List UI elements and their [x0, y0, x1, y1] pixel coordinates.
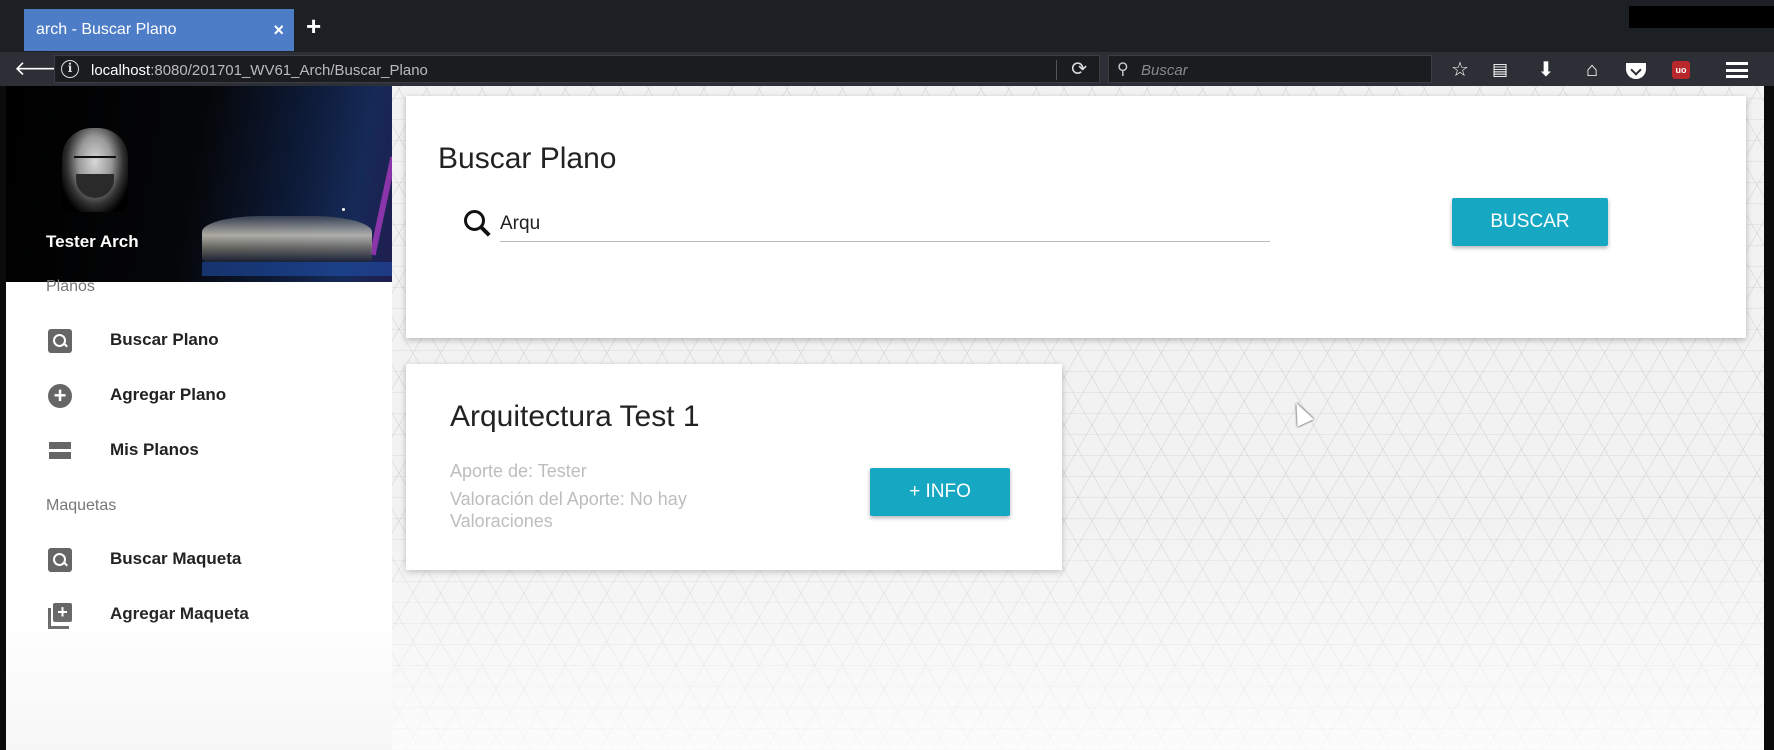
site-info-icon[interactable]: i — [61, 60, 79, 78]
tab-close-icon[interactable]: × — [273, 9, 284, 51]
result-aporte: Aporte de: Tester — [450, 461, 587, 481]
reader-icon[interactable]: ▤ — [1486, 58, 1514, 82]
header-bg-house — [202, 216, 372, 262]
avatar[interactable] — [62, 128, 128, 212]
sidebar-item-agregar-maqueta[interactable]: Agregar Maqueta — [6, 590, 392, 640]
sidebar-item-agregar-plano[interactable]: + Agregar Plano — [6, 371, 392, 421]
browser-search-bar[interactable]: ⚲ Buscar — [1108, 55, 1432, 83]
sidebar-item-buscar-maqueta[interactable]: Buscar Maqueta — [6, 535, 392, 585]
section-title-planos: Planos — [46, 278, 95, 295]
browser-tab-active[interactable]: arch - Buscar Plano × — [24, 9, 294, 51]
url-text[interactable]: localhost:8080/201701_WV61_Arch/Buscar_P… — [91, 62, 428, 79]
url-separator — [1056, 60, 1057, 80]
download-icon[interactable]: ⬇ — [1532, 58, 1560, 82]
search-icon — [464, 210, 488, 234]
mouse-cursor-icon — [1288, 399, 1314, 427]
window-titlebar-area — [1629, 6, 1774, 28]
sidebar-item-buscar-plano[interactable]: Buscar Plano — [6, 316, 392, 366]
info-button[interactable]: + INFO — [870, 468, 1010, 516]
sidebar-item-label: Buscar Maqueta — [110, 549, 242, 568]
avatar-glasses — [74, 156, 116, 166]
browser-tab-bar: arch - Buscar Plano × + — [0, 0, 1774, 52]
main-content: Buscar Plano BUSCAR Arquitectura Test 1 … — [392, 86, 1764, 750]
sidebar-header: Tester Arch — [6, 86, 392, 282]
url-path: :8080/201701_WV61_Arch/Buscar_Plano — [150, 62, 428, 79]
home-icon[interactable]: ⌂ — [1578, 58, 1606, 82]
search-doc-icon — [48, 329, 72, 353]
search-doc-icon — [48, 548, 72, 572]
browser-search-placeholder: Buscar — [1141, 62, 1188, 79]
search-icon: ⚲ — [1117, 61, 1129, 78]
result-card: Arquitectura Test 1 Aporte de: Tester Va… — [406, 364, 1062, 570]
browser-nav-bar: 🡐 i localhost:8080/201701_WV61_Arch/Busc… — [0, 52, 1774, 86]
sidebar-item-label: Buscar Plano — [110, 330, 219, 349]
pocket-icon[interactable] — [1626, 63, 1646, 79]
add-box-icon — [48, 603, 72, 629]
sidebar-item-label: Mis Planos — [110, 440, 199, 459]
back-arrow-icon[interactable]: 🡐 — [14, 57, 68, 81]
result-title: Arquitectura Test 1 — [450, 400, 700, 433]
tab-title: arch - Buscar Plano — [36, 21, 177, 38]
page-viewport: Tester Arch Planos Buscar Plano + Agrega… — [6, 86, 1764, 750]
add-circle-icon: + — [48, 384, 72, 408]
star-icon[interactable]: ☆ — [1446, 58, 1474, 82]
sidebar-item-mis-planos[interactable]: Mis Planos — [6, 426, 392, 476]
search-input[interactable] — [500, 202, 1270, 242]
header-bg-pool — [202, 262, 392, 276]
sidebar-item-label: Agregar Maqueta — [110, 604, 249, 623]
avatar-beard — [76, 174, 114, 198]
list-icon — [48, 439, 72, 463]
search-card: Buscar Plano BUSCAR — [406, 96, 1746, 338]
new-tab-button[interactable]: + — [306, 10, 321, 42]
header-bg-star — [342, 208, 345, 211]
result-meta: Aporte de: Tester Valoración del Aporte:… — [450, 460, 740, 538]
page-title: Buscar Plano — [438, 142, 617, 175]
reload-icon[interactable]: ⟳ — [1071, 58, 1087, 81]
header-bg-light — [369, 156, 392, 256]
window-edge — [1764, 86, 1774, 750]
sidebar: Tester Arch Planos Buscar Plano + Agrega… — [6, 86, 392, 750]
username: Tester Arch — [46, 232, 139, 251]
url-host: localhost — [91, 62, 151, 79]
buscar-button[interactable]: BUSCAR — [1452, 198, 1608, 246]
menu-icon[interactable] — [1726, 62, 1748, 78]
sidebar-item-label: Agregar Plano — [110, 385, 227, 404]
section-title-maquetas: Maquetas — [46, 497, 117, 514]
ublock-icon[interactable]: uo — [1672, 61, 1690, 79]
result-valoracion: Valoración del Aporte: No hay Valoracion… — [450, 489, 687, 531]
url-bar[interactable]: i localhost:8080/201701_WV61_Arch/Buscar… — [54, 55, 1100, 83]
